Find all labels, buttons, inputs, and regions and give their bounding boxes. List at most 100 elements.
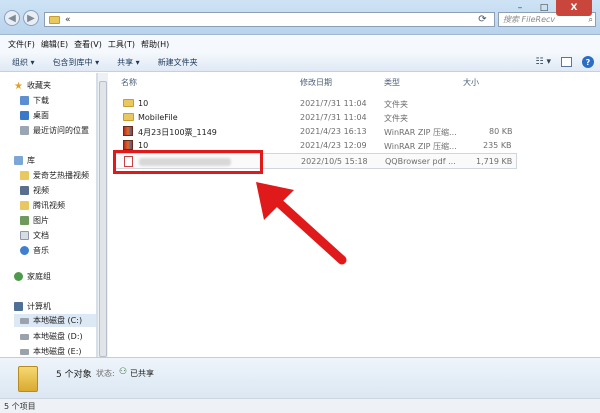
include-in-library-button[interactable]: 包含到库中 ▾ <box>53 57 100 68</box>
nav-tencent-label: 腾讯视频 <box>33 201 65 210</box>
preview-pane-icon[interactable] <box>561 57 572 67</box>
file-size: 235 KB <box>483 141 512 150</box>
nav-recent[interactable]: 最近访问的位置 <box>20 124 89 137</box>
menu-view[interactable]: 查看(V) <box>74 39 102 50</box>
file-date: 2022/10/5 15:18 <box>301 157 368 166</box>
drive-icon <box>20 348 29 355</box>
nav-desktop-label: 桌面 <box>33 111 49 120</box>
nav-library[interactable]: 库 <box>14 154 35 167</box>
nav-iqiyi[interactable]: 爱奇艺热播视频 <box>20 169 89 182</box>
minimize-button[interactable]: – <box>508 0 532 16</box>
file-date: 2021/7/31 11:04 <box>300 99 367 108</box>
shared-icon: ⚇ <box>119 367 128 377</box>
menu-help[interactable]: 帮助(H) <box>141 39 169 50</box>
nav-computer-label: 计算机 <box>27 302 51 311</box>
nav-favorites-label: 收藏夹 <box>26 81 51 90</box>
nav-tencent[interactable]: 腾讯视频 <box>20 199 65 212</box>
menu-bar: 文件(F) 编辑(E) 查看(V) 工具(T) 帮助(H) <box>0 35 600 53</box>
back-arrow-icon: ◀ <box>8 12 16 24</box>
nav-library-label: 库 <box>27 156 35 165</box>
file-row[interactable]: MobileFile 2021/7/31 11:04 文件夹 <box>113 111 517 125</box>
nav-pictures[interactable]: 图片 <box>20 214 49 227</box>
documents-icon <box>20 231 29 240</box>
address-breadcrumb[interactable]: « <box>65 15 71 25</box>
organize-button[interactable]: 组织 ▾ <box>12 57 35 68</box>
menu-file[interactable]: 文件(F) <box>8 39 35 50</box>
star-icon: ★ <box>14 81 23 92</box>
help-icon[interactable]: ? <box>582 56 594 68</box>
shared-status: 已共享 <box>130 369 154 378</box>
file-name: MobileFile <box>138 113 178 122</box>
nav-desktop[interactable]: 桌面 <box>20 109 49 122</box>
file-date: 2021/4/23 16:13 <box>300 127 367 136</box>
file-size: 80 KB <box>489 127 513 136</box>
nav-pictures-label: 图片 <box>33 216 49 225</box>
column-size[interactable]: 大小 <box>463 77 479 88</box>
file-name: 10 <box>138 141 149 150</box>
file-list: 名称 修改日期 类型 大小 10 2021/7/31 11:04 文件夹 Mob… <box>109 73 600 357</box>
winrar-archive-icon <box>123 126 133 136</box>
column-date[interactable]: 修改日期 <box>300 77 332 88</box>
nav-downloads-label: 下载 <box>33 96 49 105</box>
file-type: 文件夹 <box>384 100 408 109</box>
drive-icon <box>20 317 29 324</box>
highlight-box <box>113 150 263 174</box>
desktop-icon <box>20 111 29 120</box>
nav-recent-label: 最近访问的位置 <box>33 126 89 135</box>
back-button[interactable]: ◀ <box>4 10 20 26</box>
arrow-shaft <box>273 197 347 265</box>
nav-computer[interactable]: 计算机 <box>14 300 51 313</box>
downloads-icon <box>20 96 29 105</box>
nav-video-label: 视频 <box>33 186 49 195</box>
file-type: WinRAR ZIP 压缩... <box>384 128 457 137</box>
maximize-button[interactable]: □ <box>532 0 556 16</box>
drive-icon <box>20 333 29 340</box>
nav-disk-c-label: 本地磁盘 (C:) <box>33 316 83 325</box>
file-type: QQBrowser pdf ... <box>385 157 456 166</box>
command-bar: 组织 ▾ 包含到库中 ▾ 共享 ▾ 新建文件夹 <box>0 53 600 72</box>
nav-documents[interactable]: 文档 <box>20 229 49 242</box>
nav-disk-e-label: 本地磁盘 (E:) <box>33 347 82 356</box>
file-date: 2021/4/23 12:09 <box>300 141 367 150</box>
column-name[interactable]: 名称 <box>121 77 137 88</box>
title-bar: ◀ ▶ « ⟳ 搜索 FileRecv ⌕ – □ X <box>0 0 600 35</box>
computer-icon <box>14 302 23 311</box>
view-options-icon[interactable]: ☷ ▾ <box>536 57 551 67</box>
nav-disk-d[interactable]: 本地磁盘 (D:) <box>20 330 83 343</box>
file-row[interactable]: 10 2021/7/31 11:04 文件夹 <box>113 97 517 111</box>
share-button[interactable]: 共享 ▾ <box>117 57 140 68</box>
forward-button[interactable]: ▶ <box>23 10 39 26</box>
nav-music-label: 音乐 <box>33 246 49 255</box>
column-type[interactable]: 类型 <box>384 77 400 88</box>
nav-disk-c[interactable]: 本地磁盘 (C:) <box>14 314 96 327</box>
nav-homegroup[interactable]: 家庭组 <box>14 270 51 283</box>
details-pane: 5 个对象 状态: ⚇ 已共享 <box>0 357 600 399</box>
nav-iqiyi-label: 爱奇艺热播视频 <box>33 171 89 180</box>
menu-tools[interactable]: 工具(T) <box>108 39 135 50</box>
file-row[interactable]: 4月23日100票_1149 2021/4/23 16:13 WinRAR ZI… <box>113 125 517 139</box>
toolbar-right: ☷ ▾ ? <box>536 56 594 68</box>
folder-icon <box>20 201 29 210</box>
nav-music[interactable]: 音乐 <box>20 244 49 257</box>
close-button[interactable]: X <box>556 0 592 16</box>
new-folder-button[interactable]: 新建文件夹 <box>158 57 198 68</box>
nav-disk-d-label: 本地磁盘 (D:) <box>33 332 83 341</box>
menu-edit[interactable]: 编辑(E) <box>41 39 68 50</box>
recent-places-icon <box>20 126 29 135</box>
library-icon <box>14 156 23 165</box>
refresh-icon[interactable]: ⟳ <box>476 13 489 26</box>
object-count: 5 个对象 <box>56 370 92 380</box>
address-bar[interactable]: « <box>44 12 495 27</box>
folder-icon <box>20 171 29 180</box>
nav-favorites[interactable]: ★ 收藏夹 <box>14 79 51 92</box>
file-date: 2021/7/31 11:04 <box>300 113 367 122</box>
folder-icon <box>49 15 60 24</box>
nav-downloads[interactable]: 下载 <box>20 94 49 107</box>
window-controls: – □ X <box>508 0 592 18</box>
homegroup-icon <box>14 272 23 281</box>
nav-scrollbar-thumb[interactable] <box>99 81 107 357</box>
nav-scrollbar[interactable] <box>97 73 108 357</box>
file-name: 4月23日100票_1149 <box>138 128 217 137</box>
large-folder-icon <box>18 366 38 392</box>
nav-video[interactable]: 视频 <box>20 184 49 197</box>
